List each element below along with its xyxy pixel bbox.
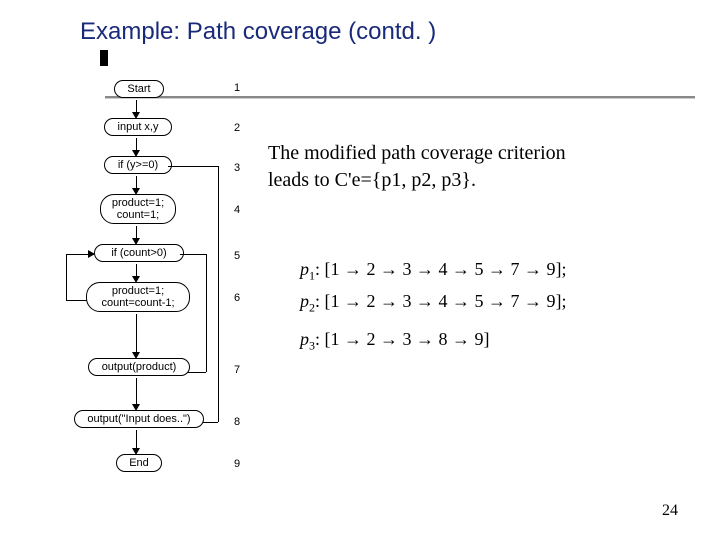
p3-label: p xyxy=(300,329,309,349)
node-num-7: 7 xyxy=(234,364,240,376)
node-output-product: output(product) xyxy=(88,358,190,376)
p2-label: p xyxy=(300,291,309,311)
p2-expr: : [1 → 2 → 3 → 4 → 5 → 7 → 9] xyxy=(315,291,562,311)
p2-semi: ; xyxy=(562,291,567,311)
loop-6-out xyxy=(66,300,88,301)
loop-v xyxy=(66,254,67,300)
path-p2: p2: [1 → 2 → 3 → 4 → 5 → 7 → 9]; xyxy=(300,286,567,318)
arrow-8-9 xyxy=(136,430,137,450)
slide-title: Example: Path coverage (contd. ) xyxy=(80,18,436,46)
path-p1: p1: [1 → 2 → 3 → 4 → 5 → 7 → 9]; xyxy=(300,254,567,286)
node-num-4: 4 xyxy=(234,204,240,216)
node-num-3: 3 xyxy=(234,162,240,174)
arrow-3-8-h xyxy=(168,166,218,167)
path-p3: p3: [1 → 2 → 3 → 8 → 9] xyxy=(300,324,567,356)
slide: Example: Path coverage (contd. ) Start 1… xyxy=(0,0,720,540)
node-num-8: 8 xyxy=(234,416,240,428)
node-start: Start xyxy=(114,80,164,98)
arrow-5-7-h xyxy=(180,254,206,255)
node-num-2: 2 xyxy=(234,122,240,134)
loop-5-ah xyxy=(88,250,95,258)
arrow-3-8-v xyxy=(218,166,219,422)
node-num-1: 1 xyxy=(234,82,240,94)
arrow-6-7 xyxy=(136,314,137,354)
p3-expr: : [1 → 2 → 3 → 8 → 9] xyxy=(315,329,490,349)
node-num-5: 5 xyxy=(234,250,240,262)
body-line-1: The modified path coverage criterion xyxy=(268,140,668,167)
p1-expr: : [1 → 2 → 3 → 4 → 5 → 7 → 9] xyxy=(315,259,562,279)
arrow-7-8 xyxy=(136,378,137,406)
node-init: product=1; count=1; xyxy=(100,194,176,224)
node-output-msg: output("Input does..") xyxy=(74,410,204,428)
arrow-5-7-v xyxy=(206,254,207,372)
node-if-y: if (y>=0) xyxy=(104,156,172,174)
p1-label: p xyxy=(300,259,309,279)
node-end: End xyxy=(116,454,162,472)
node-input: input x,y xyxy=(104,118,172,136)
path-list: p1: [1 → 2 → 3 → 4 → 5 → 7 → 9]; p2: [1 … xyxy=(300,254,567,356)
flowchart: Start 1 input x,y 2 if (y>=0) 3 product=… xyxy=(64,76,244,516)
body-text: The modified path coverage criterion lea… xyxy=(268,140,668,194)
title-tick xyxy=(100,50,108,66)
page-number: 24 xyxy=(662,502,678,520)
node-num-6: 6 xyxy=(234,292,240,304)
p1-semi: ; xyxy=(562,259,567,279)
node-num-9: 9 xyxy=(234,458,240,470)
node-loop-body: product=1; count=count-1; xyxy=(86,282,190,312)
body-line-2: leads to C'e={p1, p2, p3}. xyxy=(268,167,668,194)
node-if-count: if (count>0) xyxy=(94,244,184,262)
